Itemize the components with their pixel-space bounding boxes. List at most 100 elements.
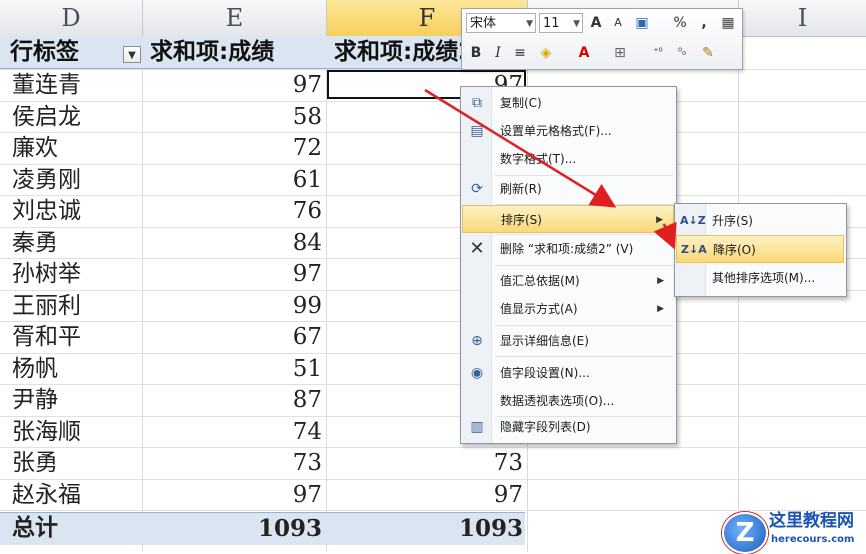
menu-item-show-details[interactable]: ⊕ 显示详细信息(E): [462, 327, 674, 355]
row-label: 董连青: [12, 72, 81, 98]
menu-separator: [495, 356, 673, 357]
menu-item-label: 显示详细信息(E): [500, 334, 589, 348]
menu-item-format-cells[interactable]: ▤ 设置单元格格式(F)...: [462, 117, 674, 145]
score-value: 61: [292, 166, 322, 193]
decrease-decimal-icon[interactable]: ⁰₀: [672, 43, 692, 63]
sum-score-header[interactable]: 求和项:成绩: [150, 36, 325, 68]
column-header-d[interactable]: D: [0, 0, 143, 37]
watermark-url: herecours.com: [771, 534, 855, 545]
table-row[interactable]: 秦勇 84: [0, 228, 525, 260]
menu-item-label: 值显示方式(A): [500, 302, 578, 316]
fill-color-icon[interactable]: ◈: [536, 43, 556, 63]
score-value: 99: [292, 292, 322, 319]
menu-item-show-values-as[interactable]: 值显示方式(A) ▶: [462, 295, 674, 323]
font-color-icon[interactable]: A: [574, 43, 594, 63]
score-value: 87: [292, 387, 322, 413]
score-value: 97: [292, 261, 322, 287]
grow-font-button[interactable]: A: [586, 13, 606, 33]
row-labels-filter-button[interactable]: ▼: [123, 46, 141, 63]
row-label: 胥和平: [12, 324, 81, 350]
table-row[interactable]: 杨帆 51: [0, 354, 525, 386]
menu-item-summarize-by[interactable]: 值汇总依据(M) ▶: [462, 267, 674, 295]
grand-total-label: 总计: [12, 515, 58, 541]
row-label: 杨帆: [12, 355, 58, 382]
score-value: 97: [292, 481, 322, 508]
font-name-box[interactable]: 宋体 ▼: [466, 13, 536, 33]
comma-button[interactable]: ,: [694, 13, 714, 33]
score-value: 73: [292, 450, 322, 476]
table-row[interactable]: 凌勇刚 61: [0, 165, 525, 197]
watermark-title: 这里教程网: [769, 511, 854, 531]
menu-item-label: 值字段设置(N)...: [500, 366, 590, 380]
grand-total-score2: 1093: [458, 515, 523, 542]
percent-button[interactable]: %: [670, 13, 690, 33]
menu-item-pivot-options[interactable]: 数据透视表选项(O)...: [462, 387, 674, 415]
table-row[interactable]: 廉欢 72: [0, 133, 525, 165]
score-value: 51: [292, 355, 322, 382]
borders-icon[interactable]: ⊞: [610, 43, 630, 63]
accounting-format-icon[interactable]: ▣: [632, 13, 652, 33]
row-label: 廉欢: [12, 135, 58, 161]
menu-item-more-sort-options[interactable]: 其他排序选项(M)...: [676, 264, 844, 292]
row-labels-header[interactable]: 行标签: [10, 36, 120, 68]
table-row[interactable]: 张勇 73 73: [0, 448, 525, 480]
grand-total-row[interactable]: 总计 1093 1093: [0, 512, 525, 545]
table-row[interactable]: 张海顺 74: [0, 417, 525, 449]
column-header-i[interactable]: I: [739, 0, 866, 37]
chevron-down-icon: ▼: [526, 19, 533, 29]
font-size-value: 11: [543, 16, 560, 31]
table-row[interactable]: 刘忠诚 76: [0, 196, 525, 228]
row-label: 侯启龙: [12, 103, 81, 130]
context-menu: ⧉ 复制(C) ▤ 设置单元格格式(F)... 数字格式(T)... ⟳ 刷新(…: [460, 86, 677, 444]
table-row[interactable]: 王丽利 99: [0, 291, 525, 323]
align-center-icon[interactable]: ≡: [510, 43, 530, 63]
row-label: 秦勇: [12, 229, 58, 256]
menu-item-hide-field-list[interactable]: ▥ 隐藏字段列表(D): [462, 413, 674, 441]
field-list-icon: ▥: [470, 419, 484, 435]
table-row[interactable]: 孙树举 97: [0, 259, 525, 291]
font-size-box[interactable]: 11 ▼: [539, 13, 583, 33]
shrink-font-button[interactable]: A: [608, 13, 628, 33]
column-header-e[interactable]: E: [143, 0, 327, 37]
table-row[interactable]: 尹静 87: [0, 385, 525, 417]
menu-item-field-settings[interactable]: ◉ 值字段设置(N)...: [462, 359, 674, 387]
row-label: 赵永福: [12, 481, 81, 508]
bold-button[interactable]: B: [466, 43, 486, 63]
font-name-value: 宋体: [470, 16, 497, 31]
delete-icon: ✕: [469, 238, 485, 259]
menu-item-sort[interactable]: 排序(S) ▶: [462, 205, 674, 233]
table-row[interactable]: 胥和平 67: [0, 322, 525, 354]
chevron-down-icon: ▼: [573, 19, 580, 29]
menu-item-copy[interactable]: ⧉ 复制(C): [462, 89, 674, 117]
menu-item-label: 删除 “求和项:成绩2” (V): [500, 242, 634, 256]
menu-item-label: 设置单元格格式(F)...: [500, 124, 612, 138]
menu-item-delete-field[interactable]: ✕ 删除 “求和项:成绩2” (V): [462, 235, 674, 263]
menu-item-number-format[interactable]: 数字格式(T)...: [462, 145, 674, 173]
row-label: 孙树举: [12, 261, 81, 287]
score-value: 67: [292, 324, 322, 350]
table-row[interactable]: 侯启龙 58: [0, 102, 525, 134]
menu-item-sort-ascending[interactable]: A↓Z 升序(S): [676, 207, 844, 235]
sort-descending-icon: Z↓A: [681, 243, 707, 256]
menu-item-refresh[interactable]: ⟳ 刷新(R): [462, 175, 674, 203]
menu-item-label: 升序(S): [712, 214, 753, 228]
sum-score2-header[interactable]: 求和项:成绩2: [334, 36, 462, 68]
italic-button[interactable]: I: [488, 43, 508, 63]
menu-item-label: 数字格式(T)...: [500, 152, 577, 166]
score-value: 84: [292, 229, 322, 256]
increase-decimal-icon[interactable]: ⁺⁰: [648, 43, 668, 63]
menu-separator: [495, 325, 673, 326]
format-painter-icon[interactable]: ▦: [718, 13, 738, 33]
clear-format-icon[interactable]: ✎: [698, 43, 718, 63]
score-value: 97: [292, 72, 322, 98]
score-value: 76: [292, 198, 322, 224]
menu-item-label: 降序(O): [713, 243, 756, 257]
score2-value: 97: [493, 481, 523, 508]
row-label: 张海顺: [12, 418, 81, 445]
score-value: 58: [292, 103, 322, 130]
menu-item-label: 复制(C): [500, 96, 542, 110]
table-row[interactable]: 赵永福 97 97: [0, 480, 525, 512]
menu-item-label: 隐藏字段列表(D): [500, 420, 591, 434]
site-logo-icon: Z: [722, 512, 768, 554]
menu-item-sort-descending[interactable]: Z↓A 降序(O): [676, 235, 844, 263]
